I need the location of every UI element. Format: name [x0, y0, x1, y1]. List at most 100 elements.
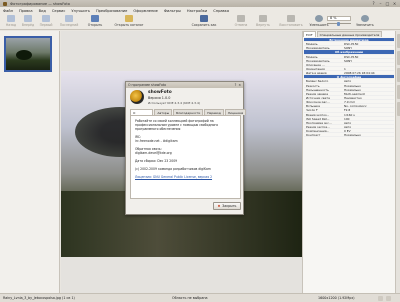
copyright: (c) 2002-2009 команда разработчиков digi… [135, 167, 211, 171]
metadata-key: Источник света [306, 95, 330, 100]
menu-decorate[interactable]: Оформление [133, 9, 158, 13]
maximize-icon[interactable]: □ [385, 1, 390, 6]
tab-exif[interactable]: EXIF [303, 31, 316, 37]
save-icon [200, 15, 208, 22]
first-button[interactable]: Первый [37, 15, 55, 29]
redo-button[interactable]: Вернуть [253, 15, 273, 29]
metadata-value: 1/160 s [344, 112, 355, 116]
metadata-value: Нормально [344, 87, 361, 91]
thumbnail-item[interactable] [4, 36, 52, 72]
menu-settings[interactable]: Настройки [187, 9, 207, 13]
sidebar-tab-colors[interactable] [396, 68, 400, 82]
metadata-key: Модель [306, 54, 318, 58]
revert-button[interactable]: Восстановить [276, 15, 306, 29]
metadata-value [344, 63, 394, 66]
sidebar-tab-geolocation[interactable] [396, 85, 400, 99]
save-as-button[interactable]: Сохранить как [184, 15, 224, 29]
close-icon[interactable]: × [392, 1, 397, 6]
metadata-key: Время экспоз... [306, 112, 330, 116]
showfoto-logo [130, 90, 144, 104]
zoom-in-icon [361, 15, 369, 22]
dialog-header: showFoto Версия 1.0.0 Использует KDE 4.3… [130, 90, 241, 108]
status-zoom-icon[interactable] [378, 296, 383, 301]
metadata-value: DSC-P150 [344, 42, 359, 46]
zoom-level-field[interactable]: 8 % [327, 16, 351, 21]
metadata-key: Компенсация... [306, 129, 330, 133]
metadata-value: SONY [344, 46, 353, 50]
zoom-slider-handle[interactable] [337, 21, 340, 26]
folder-icon [125, 15, 133, 22]
app-name: showFoto [148, 90, 172, 95]
metadata-key: Модель [306, 42, 318, 46]
thumbnail-image [6, 38, 50, 70]
menu-file[interactable]: Файл [3, 9, 13, 13]
menu-help[interactable]: Справка [213, 9, 229, 13]
tab-makernote[interactable]: Специальные данные производителя [316, 31, 383, 37]
metadata-value: Авто [344, 79, 352, 83]
menu-tools[interactable]: Сервис [52, 9, 65, 13]
status-image-info: 1600x1200 (1.92Mpx) [318, 296, 355, 300]
status-bar: Rainy_Lvnia_3_by_Jekocospolsa.jpg (1 из … [0, 293, 400, 302]
metadata-key: Резкость [306, 83, 320, 87]
metadata-value: No, compulsory [344, 104, 367, 108]
minimize-icon[interactable]: – [378, 1, 383, 6]
metadata-table: Встроенная миниатюра Модель DSC-P150 Произв… [304, 38, 394, 138]
open-folder-button[interactable]: Открыть каталог [110, 15, 148, 29]
back-button[interactable]: Назад [3, 15, 19, 29]
last-icon [65, 15, 73, 22]
redo-icon [259, 15, 267, 22]
menu-enhance[interactable]: Улучшить [71, 9, 90, 13]
metadata-key: Режим экспоз... [306, 124, 330, 129]
metadata-value: Нормально [344, 83, 361, 87]
status-fullscreen-icon[interactable] [386, 296, 391, 301]
metadata-value: 0 EV [344, 129, 351, 133]
zoom-out-icon [315, 15, 323, 22]
menu-edit[interactable]: Правка [19, 9, 33, 13]
metadata-value: SONY [344, 58, 353, 62]
metadata-key: Вспышка [306, 104, 320, 108]
app-version: Версия 1.0.0 [148, 96, 171, 100]
app-icon [3, 1, 7, 6]
sidebar-tab-metadata[interactable] [396, 51, 400, 65]
last-button[interactable]: Последний [58, 15, 80, 29]
metadata-sidebar: EXIF Специальные данные производителя Вс… [302, 31, 400, 293]
metadata-key: Производитель [306, 46, 330, 50]
help-icon[interactable]: ? [371, 1, 376, 6]
forward-button[interactable]: Вперёд [20, 15, 36, 29]
metadata-key: Ориентация [306, 66, 325, 71]
metadata-value: Авто [344, 120, 352, 124]
metadata-value: 100 [344, 116, 350, 120]
dialog-help-icon[interactable]: ? [235, 83, 237, 87]
dialog-title: О программе showFoto [128, 83, 167, 87]
metadata-key: Режим замера [306, 91, 328, 95]
menu-transform[interactable]: Преобразование [96, 9, 127, 13]
metadata-value: Авто [344, 124, 352, 129]
sidebar-tab-strip [395, 31, 400, 293]
title-bar: Фотографирование — showFoto ? – □ × [0, 0, 400, 7]
close-button[interactable]: ✖ Закрыть [213, 202, 241, 210]
menu-view[interactable]: Вид [39, 9, 46, 13]
about-dialog: О программе showFoto ? × showFoto Версия… [125, 81, 247, 215]
menu-bar: Файл Правка Вид Сервис Улучшить Преобраз… [0, 7, 400, 14]
metadata-key: Дата и время [306, 71, 327, 75]
feedback-email[interactable]: digikam-devel@kde.org [135, 151, 236, 155]
revert-icon [287, 15, 295, 22]
metadata-row: Контраст Нормально [304, 133, 394, 138]
open-button[interactable]: Открыть [86, 15, 104, 29]
zoom-out-button[interactable]: Уменьшить [309, 15, 329, 29]
undo-button[interactable]: Отмена [232, 15, 250, 29]
undo-icon [237, 15, 245, 22]
toolbar: Назад Вперёд Первый Последний Открыть От… [0, 14, 400, 30]
metadata-key: Контраст [306, 133, 321, 137]
metadata-value: 1 [344, 66, 346, 71]
irc-channel: irc.freenode.net - #digikam [135, 139, 178, 143]
metadata-tabs: EXIF Специальные данные производителя [303, 31, 395, 37]
sidebar-tab-properties[interactable] [396, 34, 400, 48]
metadata-value: 7.9 mm [344, 100, 356, 104]
build-date: Дата сборки: Dec 23 2009 [135, 159, 178, 163]
sidebar-tab-tools[interactable] [396, 102, 400, 116]
dialog-close-icon[interactable]: × [238, 83, 241, 87]
zoom-in-button[interactable]: Увеличить [353, 15, 377, 29]
menu-filters[interactable]: Фильтры [164, 9, 181, 13]
license-link[interactable]: Лицензия: GNU General Public License, ве… [135, 175, 236, 179]
